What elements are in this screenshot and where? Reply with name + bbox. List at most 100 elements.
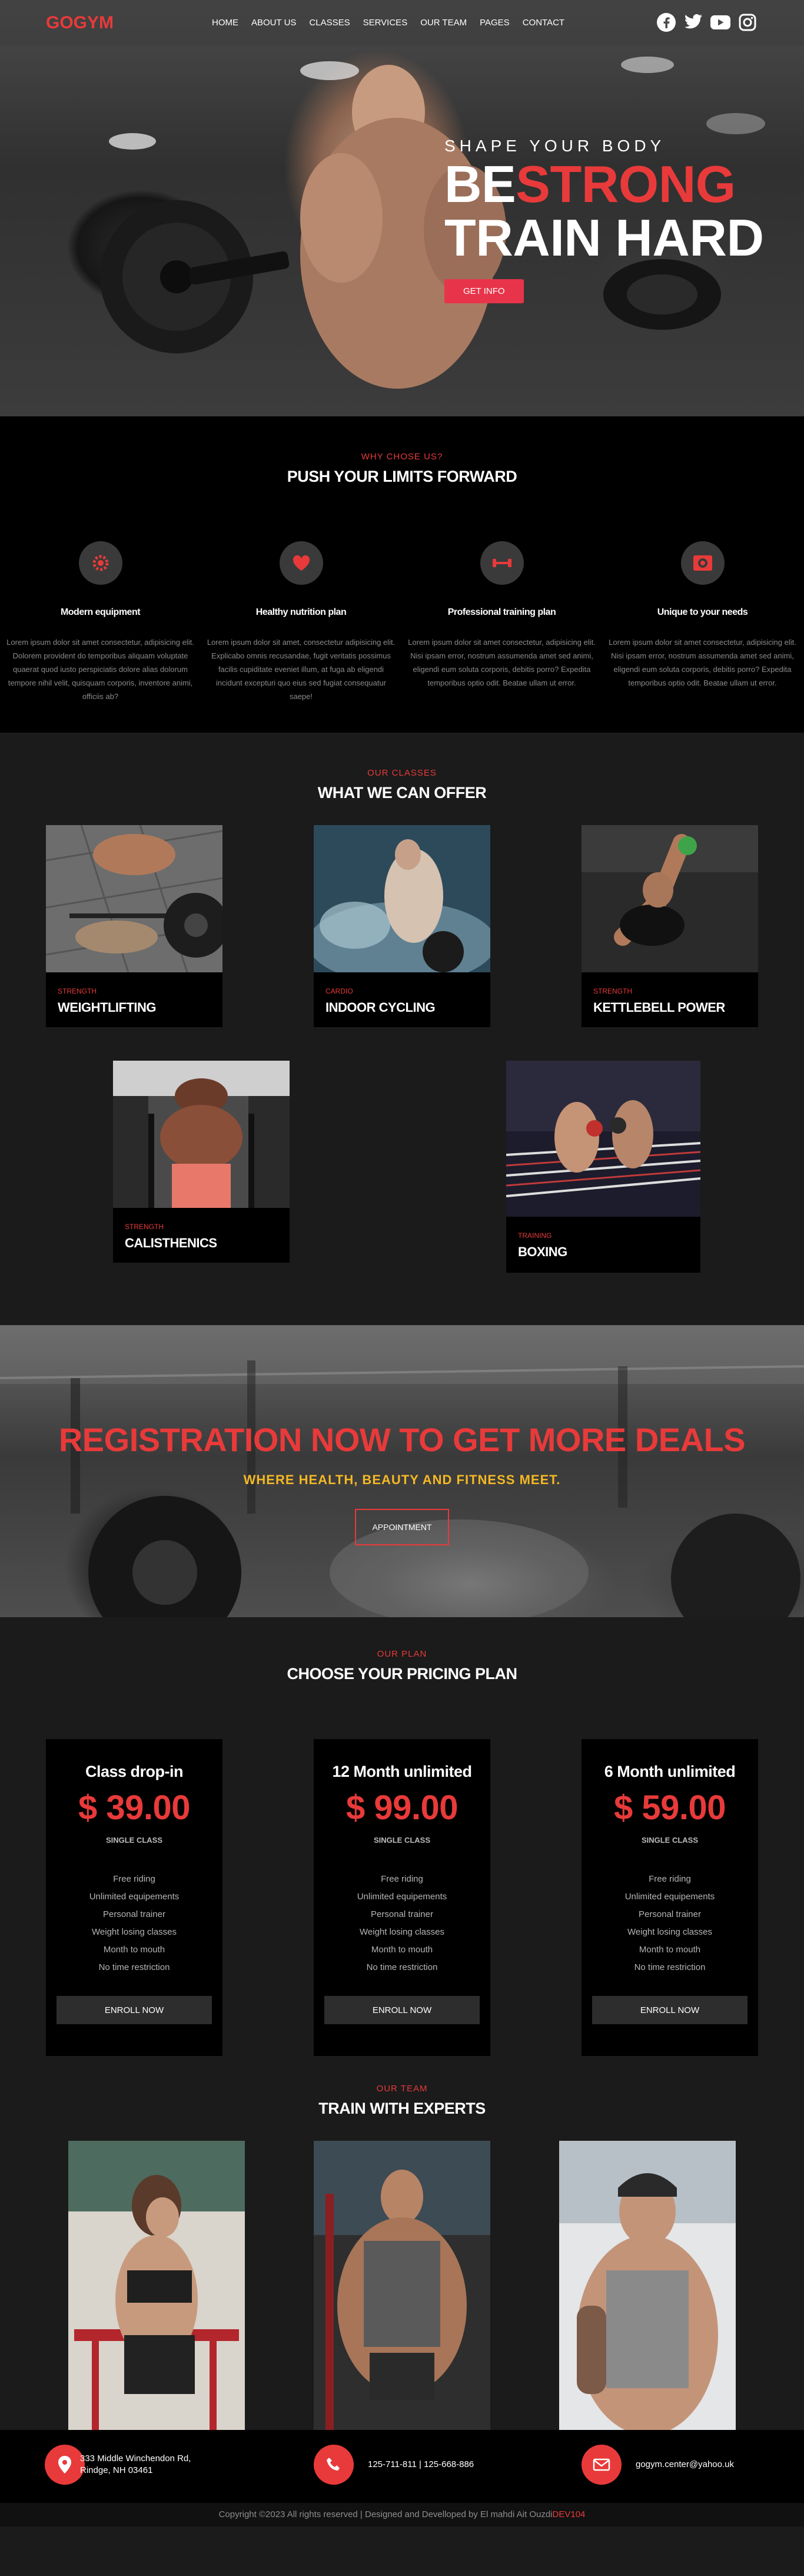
developer-credit[interactable]: DEV104 bbox=[553, 2509, 586, 2519]
registration-title: REGISTRATION NOW TO GET MORE DEALS bbox=[58, 1421, 746, 1458]
feature-card: Unique to your needs Lorem ipsum dolor s… bbox=[602, 541, 803, 703]
plan-card-12-month-unlimited: 12 Month unlimited $ 99.00 SINGLE CLASS … bbox=[314, 1739, 490, 2056]
plan-feature: Free riding bbox=[649, 1874, 691, 1884]
class-name: KETTLEBELL POWER bbox=[593, 1000, 725, 1015]
team-title: TRAIN WITH EXPERTS bbox=[318, 2100, 486, 2117]
nav-pages[interactable]: PAGES bbox=[480, 18, 510, 28]
hero-text-block: SHAPE YOUR BODY BESTRONG TRAIN HARD GET … bbox=[444, 137, 764, 303]
class-name: CALISTHENICS bbox=[125, 1236, 217, 1250]
plan-feature: Month to mouth bbox=[103, 1945, 165, 1955]
team-section: OUR TEAM TRAIN WITH EXPERTS bbox=[0, 2084, 804, 2435]
phone-icon[interactable] bbox=[314, 2445, 354, 2485]
phone-block: 125-711-811 | 125-668-886 bbox=[314, 2445, 474, 2485]
address-line-1: 333 Middle Winchendon Rd, bbox=[80, 2454, 191, 2464]
kettlebell-photo bbox=[582, 825, 758, 972]
feature-card: Professional training plan Lorem ipsum d… bbox=[401, 541, 602, 703]
feature-text: Lorem ipsum dolor sit amet consectetur, … bbox=[6, 638, 194, 701]
plan-type: SINGLE CLASS bbox=[641, 1836, 699, 1845]
address-line-2: Rindge, NH 03461 bbox=[80, 2465, 153, 2475]
plan-card-class-drop-in: Class drop-in $ 39.00 SINGLE CLASS Free … bbox=[46, 1739, 222, 2056]
heart-icon bbox=[279, 541, 323, 585]
why-kicker: WHY CHOSE US? bbox=[361, 452, 443, 462]
feature-title: Unique to your needs bbox=[657, 607, 748, 617]
instagram-icon[interactable] bbox=[737, 12, 758, 33]
gear-icon bbox=[78, 541, 122, 585]
plan-price: $ 59.00 bbox=[613, 1789, 726, 1827]
dumbbell-icon bbox=[480, 541, 524, 585]
hero-headline-2: TRAIN HARD bbox=[444, 208, 764, 267]
facebook-icon[interactable] bbox=[656, 12, 677, 33]
plan-name: 12 Month unlimited bbox=[332, 1763, 473, 1780]
why-title: PUSH YOUR LIMITS FORWARD bbox=[287, 468, 517, 485]
plan-feature: Weight losing classes bbox=[627, 1927, 712, 1937]
hero-headline-white: BE bbox=[444, 155, 516, 213]
class-card-weightlifting[interactable]: STRENGTH WEIGHTLIFTING bbox=[45, 825, 228, 1027]
plan-name: Class drop-in bbox=[85, 1763, 184, 1780]
class-category: CARDIO bbox=[325, 987, 353, 995]
plan-feature: No time restriction bbox=[98, 1962, 170, 1972]
nav-contact[interactable]: CONTACT bbox=[523, 18, 564, 28]
enroll-now-button[interactable]: ENROLL NOW bbox=[324, 1996, 480, 2024]
class-name: INDOOR CYCLING bbox=[325, 1000, 436, 1015]
class-card-indoor-cycling[interactable]: CARDIO INDOOR CYCLING bbox=[308, 825, 496, 1027]
weightlifting-photo bbox=[45, 825, 228, 973]
gym-background-graphic bbox=[0, 1325, 804, 1617]
feature-card: Modern equipment Lorem ipsum dolor sit a… bbox=[0, 541, 201, 703]
plan-card-6-month-unlimited: 6 Month unlimited $ 59.00 SINGLE CLASS F… bbox=[582, 1739, 758, 2056]
plan-feature: Personal trainer bbox=[371, 1909, 433, 1919]
get-info-button[interactable]: GET INFO bbox=[444, 279, 524, 303]
nav-classes[interactable]: CLASSES bbox=[309, 18, 350, 28]
class-card-kettlebell-power[interactable]: STRENGTH KETTLEBELL POWER bbox=[582, 825, 758, 1027]
social-links bbox=[656, 12, 758, 33]
enroll-now-button[interactable]: ENROLL NOW bbox=[57, 1996, 212, 2024]
appointment-button[interactable]: APPOINTMENT bbox=[355, 1509, 449, 1545]
plan-feature: Unlimited equipements bbox=[357, 1892, 447, 1902]
brand-logo[interactable]: GOGYM bbox=[46, 13, 114, 33]
indoor-cycling-photo bbox=[308, 825, 496, 984]
plan-feature: Unlimited equipements bbox=[624, 1892, 715, 1902]
plan-name: 6 Month unlimited bbox=[604, 1763, 736, 1780]
target-icon bbox=[680, 541, 725, 585]
twitter-icon[interactable] bbox=[683, 12, 704, 33]
team-member-photo bbox=[314, 2141, 490, 2435]
plan-feature: Weight losing classes bbox=[360, 1927, 444, 1937]
registration-subtitle: WHERE HEALTH, BEAUTY AND FITNESS MEET. bbox=[243, 1472, 561, 1487]
plan-features: Free riding Unlimited equipements Person… bbox=[582, 1870, 758, 1976]
enroll-now-button[interactable]: ENROLL NOW bbox=[592, 1996, 747, 2024]
class-card-calisthenics[interactable]: STRENGTH CALISTHENICS bbox=[113, 1061, 290, 1263]
youtube-icon[interactable] bbox=[710, 12, 731, 33]
plan-features: Free riding Unlimited equipements Person… bbox=[314, 1870, 490, 1976]
address-block: 333 Middle Winchendon Rd, Rindge, NH 034… bbox=[45, 2445, 191, 2485]
nav-our-team[interactable]: OUR TEAM bbox=[420, 18, 467, 28]
plan-feature: Personal trainer bbox=[103, 1909, 165, 1919]
classes-title: WHAT WE CAN OFFER bbox=[317, 784, 487, 802]
class-category: STRENGTH bbox=[58, 987, 97, 995]
nav-services[interactable]: SERVICES bbox=[363, 18, 408, 28]
hero-kicker: SHAPE YOUR BODY bbox=[444, 137, 666, 155]
feature-title: Professional training plan bbox=[447, 607, 556, 617]
hero-section: SHAPE YOUR BODY BESTRONG TRAIN HARD GET … bbox=[0, 0, 804, 416]
boxing-photo bbox=[506, 1061, 701, 1217]
trainer-1-photo bbox=[68, 2141, 245, 2435]
class-card-boxing[interactable]: TRAINING BOXING bbox=[506, 1061, 701, 1273]
plan-price: $ 39.00 bbox=[78, 1789, 191, 1827]
classes-kicker: OUR CLASSES bbox=[367, 768, 437, 778]
pricing-title: CHOOSE YOUR PRICING PLAN bbox=[287, 1665, 517, 1683]
footer-contact: 333 Middle Winchendon Rd, Rindge, NH 034… bbox=[0, 2430, 804, 2503]
plan-feature: No time restriction bbox=[366, 1962, 438, 1972]
nav-home[interactable]: HOME bbox=[212, 18, 238, 28]
team-member-photo bbox=[68, 2141, 245, 2435]
email-text[interactable]: gogym.center@yahoo.uk bbox=[636, 2459, 734, 2471]
hero-headline-1: BESTRONG bbox=[444, 158, 764, 211]
envelope-icon[interactable] bbox=[582, 2445, 622, 2485]
plan-type: SINGLE CLASS bbox=[373, 1836, 431, 1845]
plan-price: $ 99.00 bbox=[345, 1789, 459, 1827]
main-menu: HOME ABOUT US CLASSES SERVICES OUR TEAM … bbox=[212, 18, 564, 28]
features-row: Modern equipment Lorem ipsum dolor sit a… bbox=[0, 541, 804, 703]
hero-headline-red: STRONG bbox=[516, 155, 736, 213]
team-member-photo bbox=[559, 2141, 736, 2435]
phone-text[interactable]: 125-711-811 | 125-668-886 bbox=[368, 2459, 474, 2471]
plan-feature: Weight losing classes bbox=[92, 1927, 177, 1937]
nav-about-us[interactable]: ABOUT US bbox=[251, 18, 296, 28]
copyright-text: Copyright ©2023 All rights reserved | De… bbox=[218, 2509, 553, 2519]
